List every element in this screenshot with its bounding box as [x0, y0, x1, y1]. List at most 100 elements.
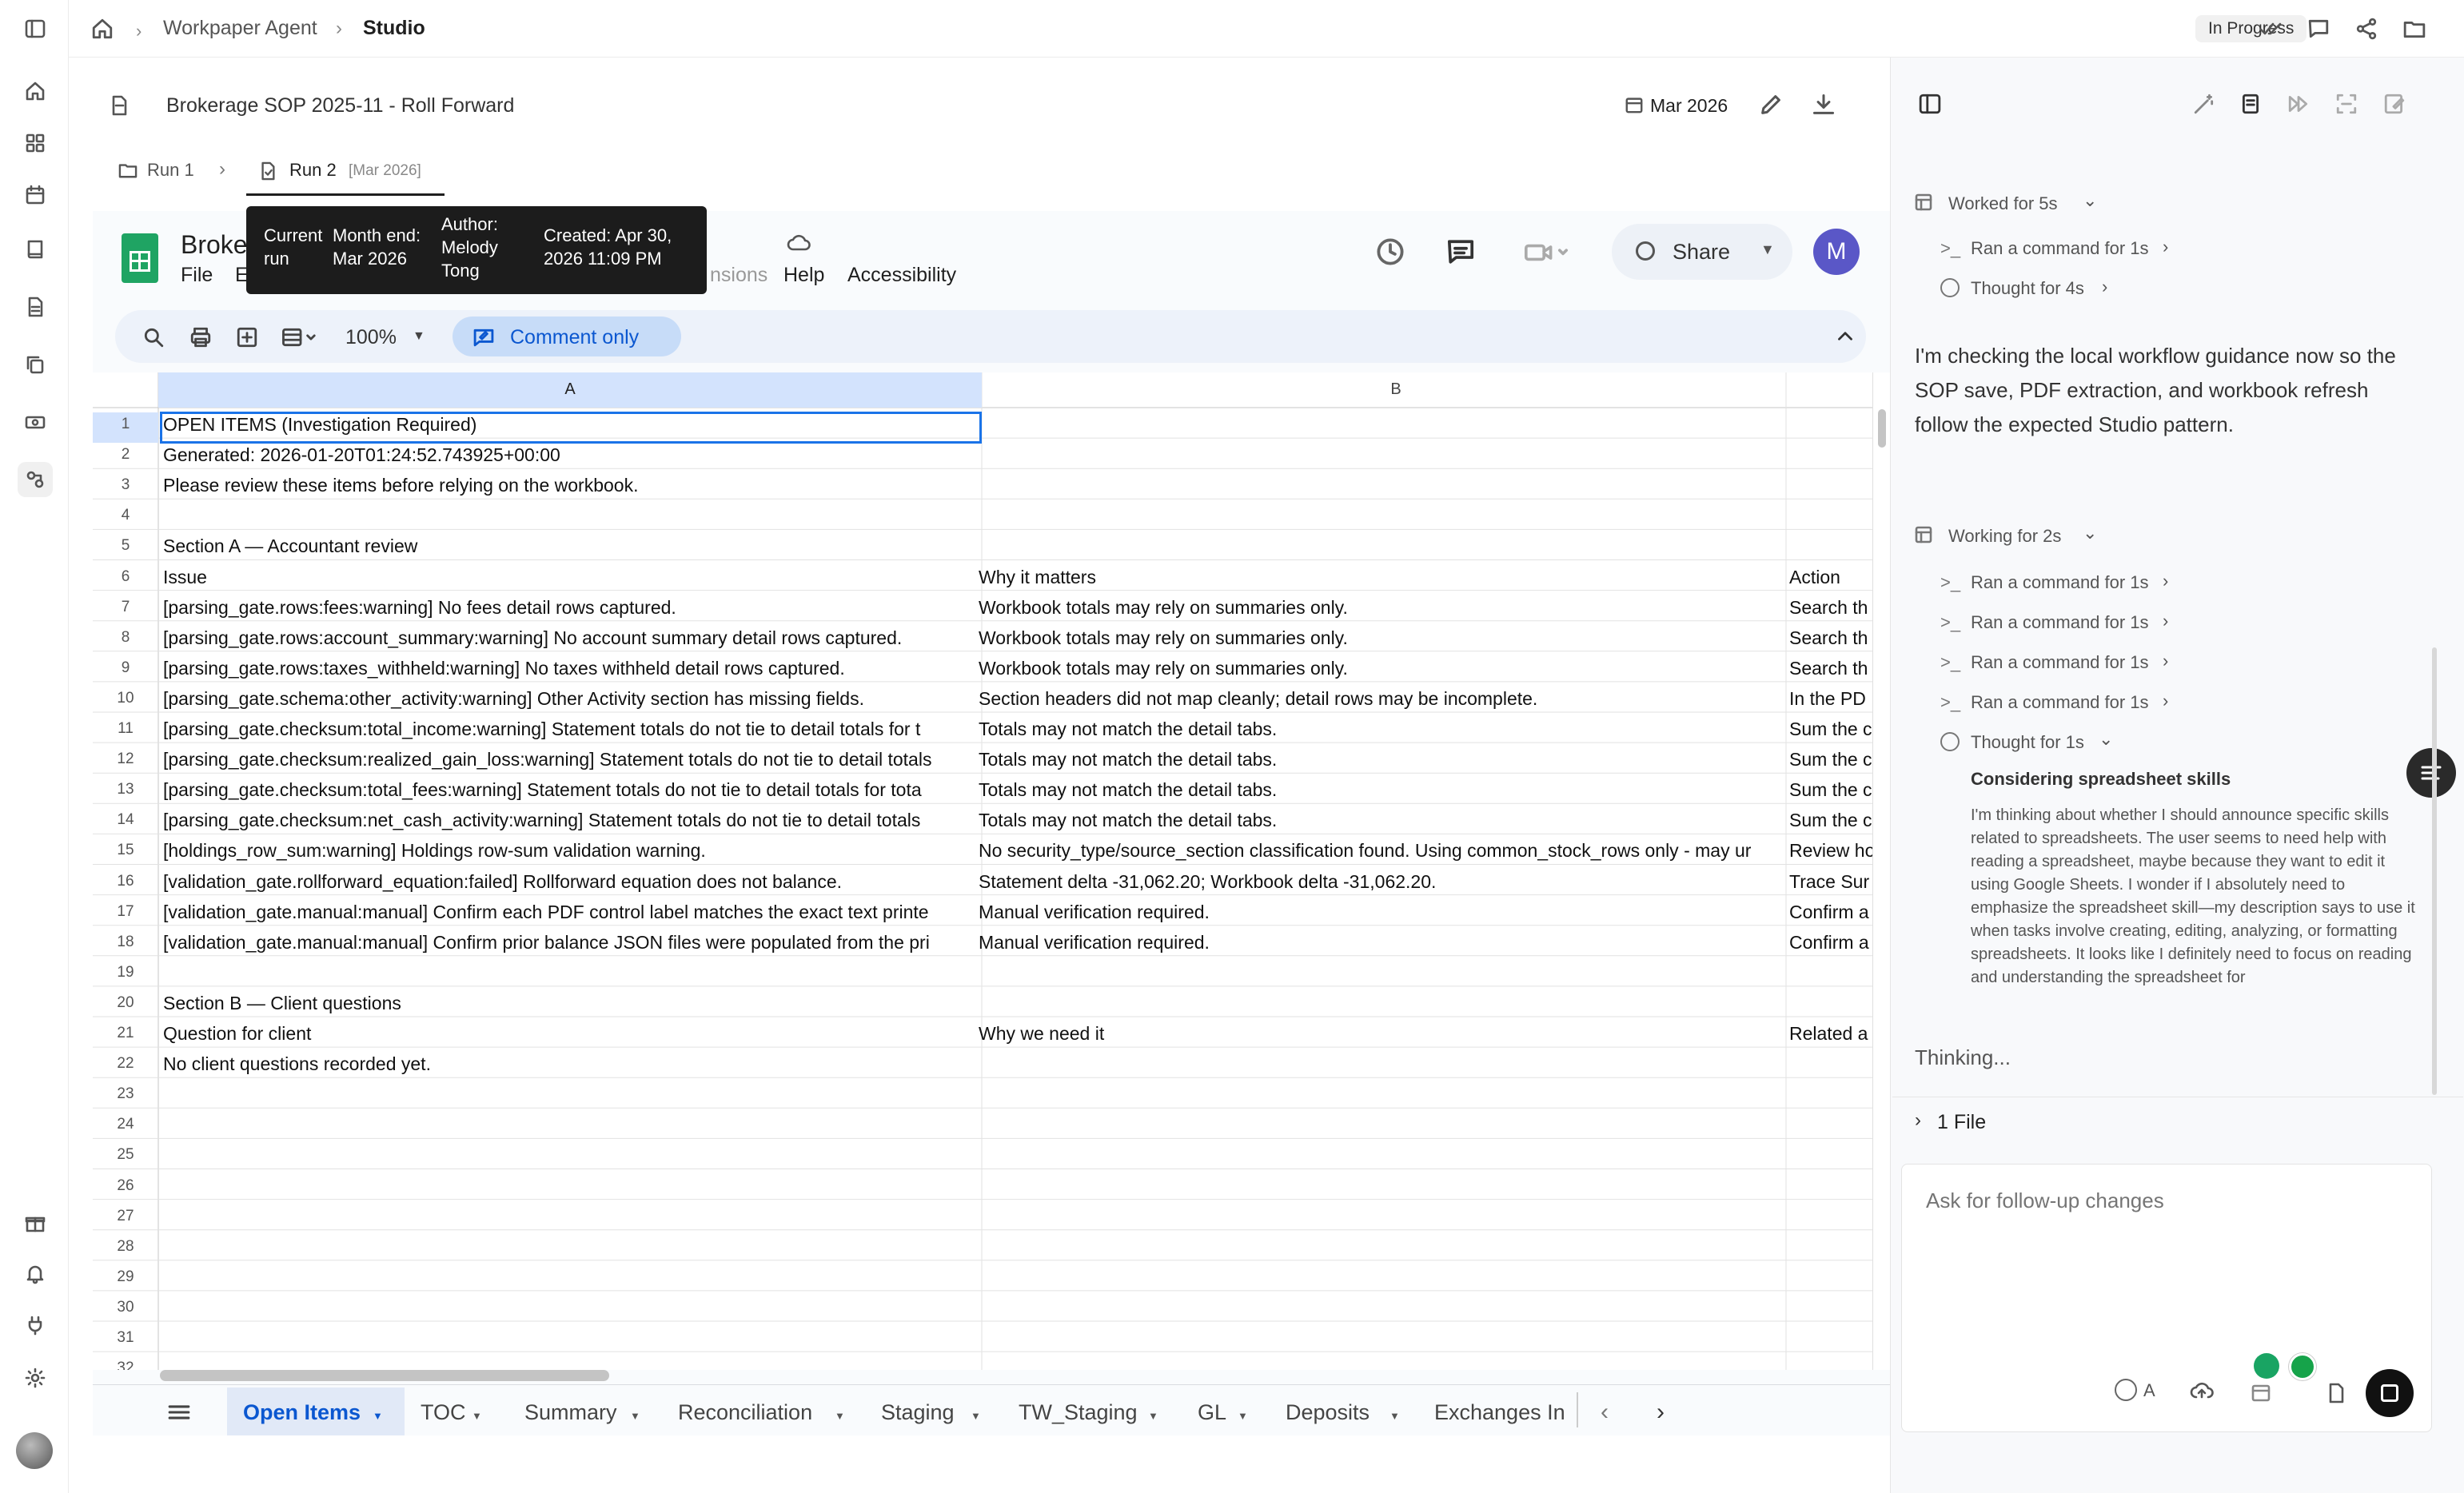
document-icon[interactable] [18, 289, 53, 324]
row-header[interactable]: 17 [93, 903, 158, 921]
cell-b[interactable]: Why it matters [979, 567, 1783, 588]
dashboard-icon[interactable] [18, 125, 53, 161]
row-header[interactable]: 18 [93, 934, 158, 951]
cell-c[interactable]: Sum the c [1789, 719, 1872, 740]
selected-cell-a1[interactable] [160, 412, 982, 444]
stop-button[interactable] [2366, 1369, 2414, 1417]
cell-a[interactable]: [validation_gate.manual:manual] Confirm … [163, 932, 977, 954]
row-header[interactable]: 5 [93, 537, 158, 555]
row-header[interactable]: 19 [93, 964, 158, 981]
cell-a[interactable]: [parsing_gate.rows:account_summary:warni… [163, 627, 977, 649]
edit-pencil-icon[interactable] [1759, 93, 1783, 117]
row-header[interactable]: 16 [93, 873, 158, 890]
cell-a[interactable]: [parsing_gate.rows:taxes_withheld:warnin… [163, 658, 977, 679]
row-header[interactable]: 6 [93, 568, 158, 586]
chevron-down-icon[interactable]: ⌄ [2083, 190, 2097, 211]
cell-b[interactable]: Workbook totals may rely on summaries on… [979, 627, 1783, 649]
cell-b[interactable]: Manual verification required. [979, 902, 1783, 923]
home-breadcrumb-icon[interactable] [91, 18, 114, 40]
row-header[interactable]: 2 [93, 446, 158, 464]
cell-a[interactable]: [parsing_gate.schema:other_activity:warn… [163, 688, 977, 710]
row-header[interactable]: 10 [93, 690, 158, 707]
account-avatar[interactable]: M [1813, 229, 1860, 275]
money-icon[interactable] [18, 404, 53, 440]
calendar-icon[interactable] [2251, 1382, 2271, 1403]
row-header[interactable]: 31 [93, 1329, 158, 1347]
cell-c[interactable]: Review ho [1789, 840, 1872, 862]
model-icon[interactable] [2115, 1379, 2137, 1401]
step-ran-command[interactable]: Ran a command for 1s [1971, 612, 2149, 633]
fast-forward-icon[interactable] [2287, 93, 2310, 115]
edit-note-icon[interactable] [2383, 93, 2406, 115]
menu-help[interactable]: Help [783, 264, 824, 287]
row-header[interactable]: 1 [93, 416, 158, 433]
sheet-tab-caret-icon[interactable]: ▼ [472, 1410, 482, 1422]
cell-c[interactable]: Sum the c [1789, 779, 1872, 801]
chevron-down-icon[interactable]: ⌄ [2083, 523, 2097, 543]
follow-up-input[interactable] [1926, 1188, 2406, 1284]
cell-c[interactable]: Sum the c [1789, 810, 1872, 831]
notes-icon[interactable] [2239, 93, 2262, 115]
panel-scrollbar[interactable] [2432, 647, 2437, 1095]
cell-a[interactable]: Question for client [163, 1023, 977, 1045]
scroll-tabs-left-icon[interactable]: ‹ [1601, 1399, 1609, 1426]
row-header[interactable]: 14 [93, 811, 158, 829]
cell-b[interactable]: Manual verification required. [979, 932, 1783, 954]
sheet-tab-caret-icon[interactable]: ▼ [630, 1410, 640, 1422]
row-header[interactable]: 32 [93, 1360, 158, 1370]
row-header[interactable]: 4 [93, 507, 158, 524]
menu-file[interactable]: File [181, 264, 213, 287]
row-header[interactable]: 30 [93, 1299, 158, 1316]
sheet-tab-caret-icon[interactable]: ▼ [971, 1410, 981, 1422]
extension-lightbulb-icon[interactable] [2254, 1353, 2279, 1379]
row-header[interactable]: 20 [93, 994, 158, 1012]
cell-a[interactable]: [parsing_gate.checksum:net_cash_activity… [163, 810, 977, 831]
model-letter[interactable]: A [2143, 1380, 2155, 1401]
cell-b[interactable]: Totals may not match the detail tabs. [979, 719, 1783, 740]
add-comment-icon[interactable] [235, 326, 259, 348]
scroll-tabs-right-icon[interactable]: › [1657, 1399, 1665, 1426]
menu-extensions[interactable]: nsions [710, 264, 768, 287]
cell-c[interactable]: Confirm a [1789, 902, 1872, 923]
column-header-b[interactable]: B [982, 380, 1810, 399]
cell-a[interactable]: Issue [163, 567, 977, 588]
row-header[interactable]: 23 [93, 1085, 158, 1103]
user-avatar[interactable] [16, 1432, 53, 1469]
cell-a[interactable]: [parsing_gate.checksum:realized_gain_los… [163, 749, 977, 770]
horizontal-scrollbar-thumb[interactable] [160, 1370, 609, 1381]
bell-icon[interactable] [18, 1256, 53, 1292]
grammarly-icon[interactable] [2289, 1353, 2316, 1380]
sheet-tab[interactable]: Staging [881, 1400, 955, 1425]
sheet-tab[interactable]: Reconciliation [678, 1400, 812, 1425]
double-check-icon[interactable] [2259, 18, 2283, 40]
copy-icon[interactable] [18, 347, 53, 382]
sheet-tab-caret-icon[interactable]: ▼ [1238, 1410, 1248, 1422]
chevron-right-icon[interactable]: › [1915, 1109, 1921, 1132]
cell-c[interactable]: Confirm a [1789, 932, 1872, 954]
sheet-tab[interactable]: Summary [524, 1400, 617, 1425]
search-icon[interactable] [142, 326, 165, 348]
cell-c[interactable]: Sum the c [1789, 749, 1872, 770]
row-header[interactable]: 25 [93, 1146, 158, 1164]
worked-label[interactable]: Worked for 5s [1948, 193, 2058, 214]
row-header[interactable]: 9 [93, 659, 158, 677]
folder-icon[interactable] [2403, 18, 2426, 40]
cell-b[interactable]: Statement delta -31,062.20; Workbook del… [979, 871, 1783, 893]
spreadsheet-grid[interactable]: A B 1 OPEN ITEMS (Investigation Required)… [93, 372, 1872, 1370]
row-header[interactable]: 27 [93, 1208, 158, 1225]
sheet-tab-caret-icon[interactable]: ▼ [1389, 1410, 1400, 1422]
cell-b[interactable]: No security_type/source_section classifi… [979, 840, 1783, 862]
cell-b[interactable]: Section headers did not map cleanly; det… [979, 688, 1783, 710]
row-header[interactable]: 29 [93, 1268, 158, 1286]
studio-icon[interactable] [18, 462, 53, 497]
row-header[interactable]: 3 [93, 476, 158, 494]
panel-toggle-icon[interactable] [1918, 93, 1942, 115]
row-header[interactable]: 21 [93, 1025, 158, 1042]
cell-a[interactable]: Section A — Accountant review [163, 535, 977, 557]
zoom-level[interactable]: 100% [345, 326, 397, 349]
sidebar-toggle-icon[interactable] [18, 11, 53, 46]
sheet-tab-caret-icon[interactable]: ▼ [1148, 1410, 1158, 1422]
cell-b[interactable]: Totals may not match the detail tabs. [979, 779, 1783, 801]
zoom-caret-icon[interactable]: ▼ [413, 329, 425, 344]
cell-c[interactable]: Search th [1789, 627, 1872, 649]
